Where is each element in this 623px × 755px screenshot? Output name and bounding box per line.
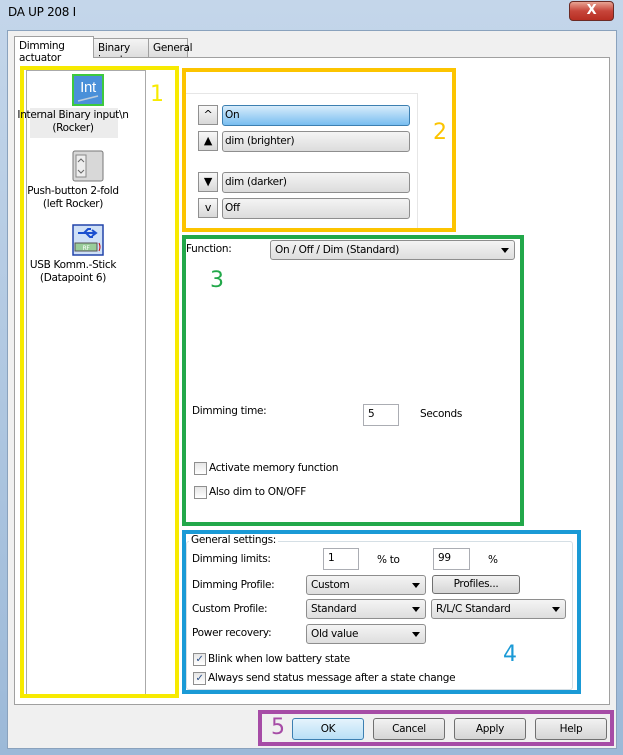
annotation-box-2 — [182, 68, 456, 232]
annotation-4: 4 — [503, 642, 517, 667]
tab-general[interactable]: General — [148, 38, 193, 58]
svg-text:Int: Int — [80, 79, 97, 96]
svg-text:RF: RF — [82, 245, 90, 252]
close-button[interactable]: X — [569, 1, 614, 21]
annotation-box-3 — [182, 235, 524, 526]
usb-stick-icon: RF — [72, 224, 104, 256]
device-label: Internal Binary input\n (Rocker) — [17, 109, 129, 134]
cancel-button[interactable]: Cancel — [373, 718, 445, 740]
apply-button[interactable]: Apply — [454, 718, 526, 740]
int-binary-input-icon: Int — [72, 74, 104, 106]
tab-dimming-actuator[interactable]: Dimming actuator — [14, 36, 94, 64]
tab-binary-input[interactable]: Binary input — [93, 38, 149, 66]
push-button-icon — [72, 150, 104, 182]
device-item-internal-binary-input[interactable]: Int Internal Binary input\n (Rocker) — [17, 74, 148, 138]
device-label: USB Komm.-Stick (Datapoint 6) — [29, 259, 117, 284]
help-button[interactable]: Help — [535, 718, 607, 740]
annotation-5: 5 — [271, 715, 285, 740]
annotation-1: 1 — [150, 82, 164, 107]
device-label: Push-button 2-fold (left Rocker) — [27, 185, 119, 210]
annotation-box-4 — [182, 530, 581, 694]
device-item-push-button[interactable]: Push-button 2-fold (left Rocker) — [27, 150, 148, 212]
device-item-usb-stick[interactable]: RF USB Komm.-Stick (Datapoint 6) — [30, 224, 148, 286]
ok-button[interactable]: OK — [292, 718, 364, 740]
annotation-2: 2 — [433, 120, 447, 145]
window-title: DA UP 208 I — [8, 5, 76, 19]
